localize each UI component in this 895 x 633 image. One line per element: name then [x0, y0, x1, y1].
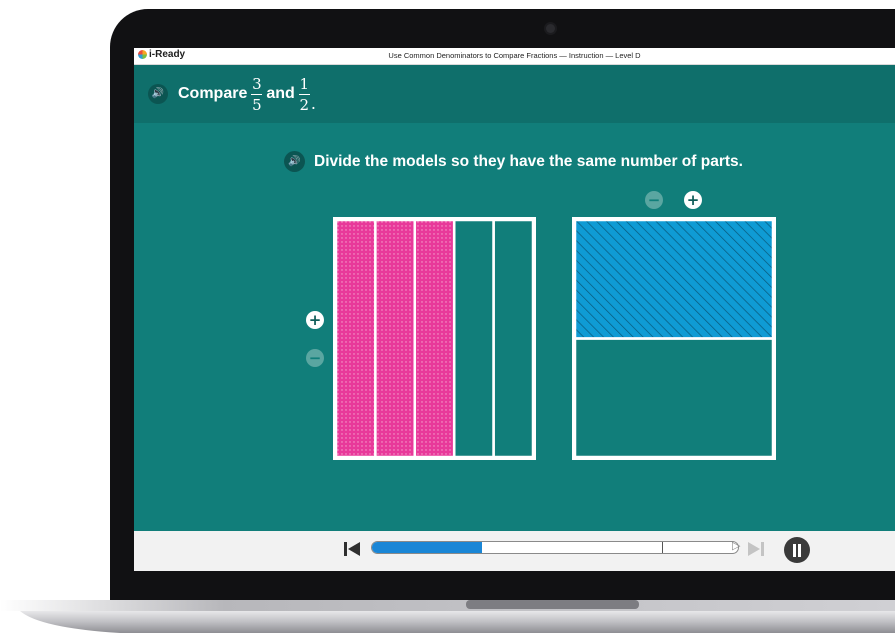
skip-forward-button[interactable]	[746, 539, 766, 559]
and-label: and	[266, 85, 295, 102]
lesson-title: Use Common Denominators to Compare Fract…	[388, 51, 641, 60]
fraction-three-fifths: 3 5	[251, 74, 263, 114]
fraction-a-denominator: 5	[252, 95, 262, 114]
shaded-part-1	[334, 218, 377, 459]
app-bar: i-Ready Use Common Denominators to Compa…	[134, 48, 895, 65]
shaded-part-2	[374, 218, 417, 459]
left-model-minus-button[interactable]: −	[306, 349, 324, 367]
instruction-audio-button[interactable]: 🔊	[284, 151, 305, 172]
pause-button[interactable]	[784, 537, 810, 563]
question-period: .	[310, 93, 316, 113]
progress-checkpoint	[662, 542, 663, 553]
question-header: 🔊 Compare 3 5 and 1 2 .	[134, 65, 895, 123]
lesson-screen: i-Ready Use Common Denominators to Compa…	[134, 48, 895, 571]
question-text: Compare 3 5 and 1 2 .	[178, 70, 316, 118]
left-fraction-model	[333, 217, 536, 460]
unshaded-part-5	[492, 218, 535, 459]
header-audio-button[interactable]: 🔊	[148, 84, 168, 104]
speaker-icon: 🔊	[151, 88, 165, 99]
fraction-b-numerator: 1	[299, 74, 310, 93]
instruction: 🔊 Divide the models so they have the sam…	[284, 151, 743, 172]
right-model-parts	[573, 218, 775, 459]
laptop-base	[0, 600, 895, 633]
player-controls: ▷	[134, 531, 895, 571]
left-model-plus-button[interactable]: +	[306, 311, 324, 329]
fraction-b-bar	[298, 93, 310, 95]
left-model-parts	[334, 218, 535, 459]
right-model-plus-button[interactable]: +	[684, 191, 702, 209]
fraction-one-half: 1 2	[298, 74, 310, 114]
unshaded-part-4	[452, 218, 495, 459]
left-model-svg	[334, 218, 535, 459]
shaded-part-1	[573, 218, 775, 340]
progress-fill	[372, 542, 482, 553]
fraction-a-bar	[251, 93, 263, 95]
fraction-a-numerator: 3	[252, 74, 262, 93]
right-model-minus-button[interactable]: −	[645, 191, 663, 209]
speaker-icon: 🔊	[288, 156, 301, 167]
shaded-part-3	[413, 218, 456, 459]
skip-back-button[interactable]	[342, 539, 362, 559]
webcam-icon	[546, 24, 555, 33]
unshaded-part-2	[573, 337, 775, 459]
progress-bar[interactable]	[371, 541, 739, 554]
instruction-text: Divide the models so they have the same …	[314, 152, 743, 170]
compare-label: Compare	[178, 85, 248, 102]
skip-forward-icon	[748, 542, 764, 556]
right-model-svg	[573, 218, 775, 459]
skip-back-icon	[344, 542, 360, 556]
fraction-b-denominator: 2	[299, 95, 310, 114]
progress-end-arrow-icon: ▷	[732, 539, 741, 552]
right-fraction-model	[572, 217, 776, 460]
